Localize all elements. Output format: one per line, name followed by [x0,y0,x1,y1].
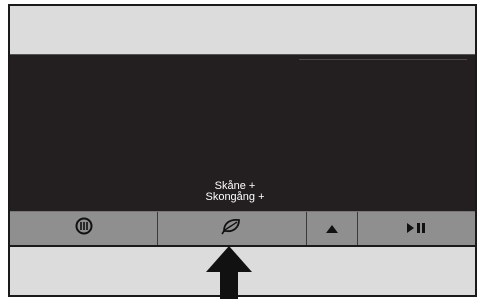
leaf-icon [221,217,243,240]
display-hint: Skåne + Skongång + [160,181,310,203]
up-arrow-button[interactable] [307,212,358,245]
heat-zone-button[interactable] [10,212,158,245]
pointer-arrow-icon [206,246,252,304]
play-pause-button[interactable] [358,212,475,245]
top-bar [10,6,475,55]
display-screen: Skåne + Skongång + [10,55,475,211]
button-row [10,211,475,247]
triangle-up-icon [326,220,338,238]
display-divider [299,59,467,60]
hint-line-2: Skongång + [205,191,265,203]
heat-coil-icon [75,217,93,240]
eco-leaf-button[interactable] [158,212,307,245]
play-pause-icon [406,220,427,238]
